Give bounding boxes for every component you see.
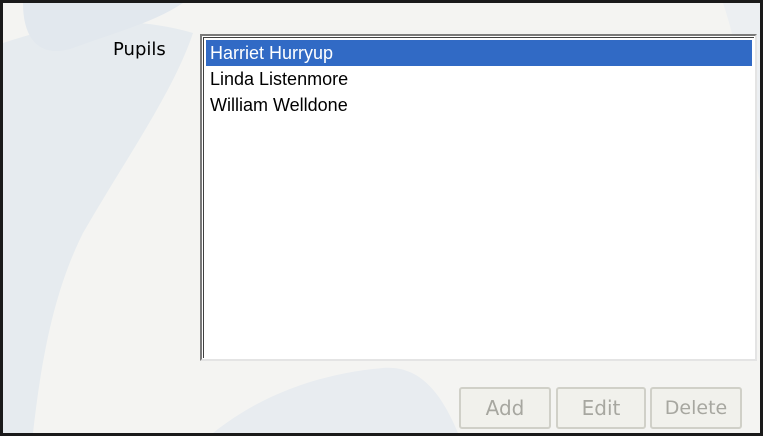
add-button[interactable]: Add <box>459 387 551 429</box>
list-item[interactable]: William Welldone <box>206 92 752 118</box>
pupils-listbox[interactable]: Harriet Hurryup Linda Listenmore William… <box>200 34 757 361</box>
list-item[interactable]: Harriet Hurryup <box>206 40 752 66</box>
pupils-list-items: Harriet Hurryup Linda Listenmore William… <box>203 37 754 358</box>
pupils-label: Pupils <box>113 39 166 60</box>
swirl-shape-left <box>3 22 193 433</box>
delete-button[interactable]: Delete <box>650 387 742 429</box>
list-item[interactable]: Linda Listenmore <box>206 66 752 92</box>
pupils-panel: Pupils Harriet Hurryup Linda Listenmore … <box>0 0 763 436</box>
edit-button[interactable]: Edit <box>556 387 646 429</box>
swirl-shape-bottom <box>213 367 458 433</box>
stage: Pupils Harriet Hurryup Linda Listenmore … <box>0 0 763 436</box>
